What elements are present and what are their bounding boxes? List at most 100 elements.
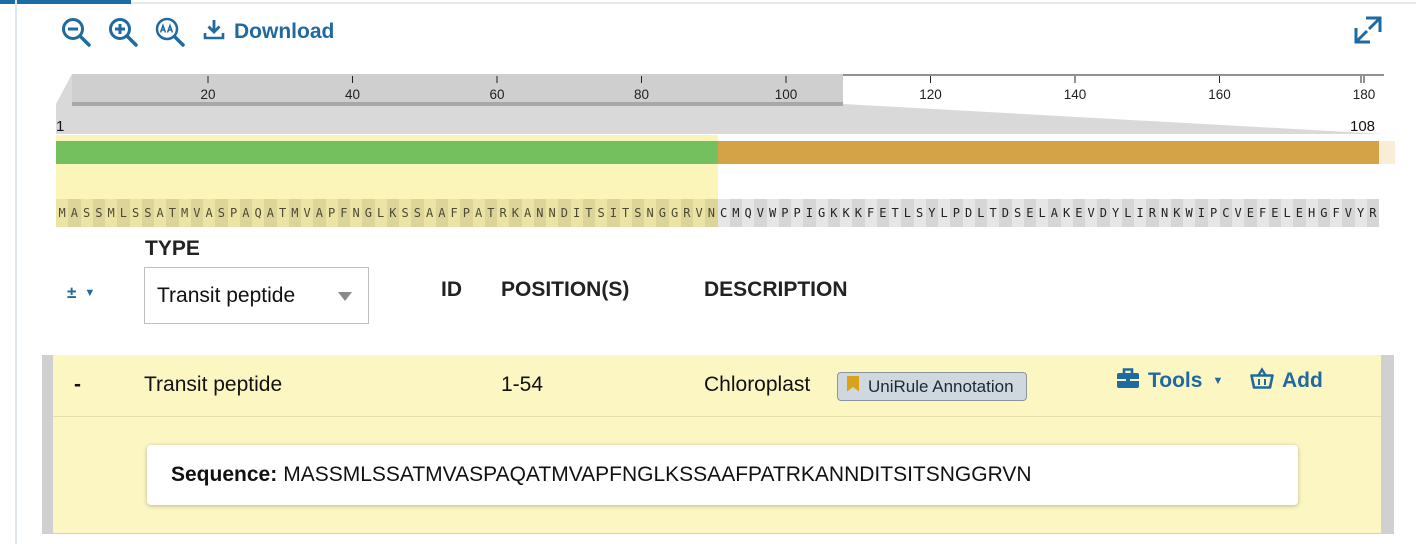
sequence-residue: S <box>92 199 105 227</box>
sequence-residue: K <box>852 199 865 227</box>
column-header-id[interactable]: ID <box>441 278 462 302</box>
sequence-residue: M <box>56 199 69 227</box>
add-to-basket-button[interactable]: Add <box>1250 367 1323 395</box>
sequence-residue: S <box>1011 199 1024 227</box>
sequence-residue: N <box>546 199 559 227</box>
fullscreen-icon[interactable] <box>1352 14 1384 46</box>
sequence-residue: F <box>337 199 350 227</box>
axis-tick-label: 80 <box>634 87 649 102</box>
sequence-residue: E <box>1072 199 1085 227</box>
chevron-down-icon: ▼ <box>84 287 96 299</box>
sequence-residue: N <box>533 199 546 227</box>
sequence-residue: P <box>778 199 791 227</box>
row-bottom-border <box>53 533 1381 534</box>
sequence-residue: A <box>68 199 81 227</box>
sequence-residue: A <box>423 199 436 227</box>
bookmark-icon <box>847 375 859 392</box>
sequence-residue: Y <box>1109 199 1122 227</box>
sequence-residue: G <box>362 199 375 227</box>
sequence-residue: A <box>472 199 485 227</box>
sequence-residue: P <box>950 199 963 227</box>
sequence-residue: T <box>166 199 179 227</box>
sequence-residue: P <box>460 199 473 227</box>
download-icon <box>202 17 226 47</box>
sequence-residue: G <box>656 199 669 227</box>
sequence-residue: D <box>558 199 571 227</box>
sequence-residue: V <box>693 199 706 227</box>
row-type: Transit peptide <box>144 373 283 396</box>
row-side-left <box>42 355 53 534</box>
sequence-residue: I <box>1134 199 1147 227</box>
sequence-residue: S <box>80 199 93 227</box>
sequence-residue: I <box>1195 199 1208 227</box>
sequence-residue: D <box>999 199 1012 227</box>
sequence-residue: V <box>1232 199 1245 227</box>
sequence-residue: D <box>1097 199 1110 227</box>
zoom-out-icon[interactable] <box>60 16 92 48</box>
zoom-reset-icon[interactable] <box>154 16 186 48</box>
sequence-residue: T <box>276 199 289 227</box>
column-header-description[interactable]: DESCRIPTION <box>704 278 848 302</box>
sequence-residue: K <box>827 199 840 227</box>
axis-tick-label: 120 <box>919 87 942 102</box>
type-heading: TYPE <box>145 237 200 260</box>
sequence-residue: S <box>215 199 228 227</box>
sequence-residue: G <box>1317 199 1330 227</box>
sequence-residue: G <box>815 199 828 227</box>
add-label: Add <box>1282 369 1323 392</box>
sequence-residue: L <box>974 199 987 227</box>
axis-tick-label: 60 <box>489 87 504 102</box>
sequence-residue: A <box>203 199 216 227</box>
sequence-residue: C <box>1219 199 1232 227</box>
sequence-residue: F <box>448 199 461 227</box>
sequence-residue: Q <box>742 199 755 227</box>
sequence-residue: D <box>962 199 975 227</box>
transit-peptide-track[interactable] <box>56 141 718 164</box>
sequence-residue: L <box>1281 199 1294 227</box>
expand-collapse-toggle[interactable]: ± ▼ <box>67 283 95 303</box>
sequence-residue: K <box>840 199 853 227</box>
sequence-residue: V <box>754 199 767 227</box>
type-filter-select[interactable]: Transit peptide <box>144 267 369 324</box>
sequence-residue: E <box>1293 199 1306 227</box>
column-header-positions[interactable]: POSITION(S) <box>501 278 629 302</box>
sequence-residue: P <box>791 199 804 227</box>
sequence-residue: I <box>570 199 583 227</box>
sequence-track: MASSMLSSATMVASPAQATMVAPFNGLKSSAAFPATRKAN… <box>56 199 1379 227</box>
zoom-in-icon[interactable] <box>107 16 139 48</box>
plusminus-label: ± <box>67 283 77 302</box>
sequence-residue: A <box>1048 199 1061 227</box>
row-side-right <box>1381 355 1394 534</box>
sequence-residue: F <box>864 199 877 227</box>
sequence-residue: Q <box>252 199 265 227</box>
caret-down-icon <box>338 292 352 301</box>
badge-label: UniRule Annotation <box>868 376 1014 396</box>
download-button[interactable]: Download <box>202 17 334 47</box>
sequence-residue: N <box>1158 199 1171 227</box>
sequence-residue: M <box>729 199 742 227</box>
basket-icon <box>1250 367 1274 395</box>
sequence-residue: T <box>484 199 497 227</box>
sequence-residue: L <box>374 199 387 227</box>
sequence-residue: S <box>141 199 154 227</box>
sequence-residue: V <box>190 199 203 227</box>
caret-down-icon: ▼ <box>1212 375 1224 387</box>
sequence-residue: P <box>1207 199 1220 227</box>
row-collapse-toggle[interactable]: - <box>74 373 81 397</box>
row-divider <box>53 416 1381 417</box>
sequence-residue: L <box>1121 199 1134 227</box>
axis-tick-label: 180 <box>1353 87 1376 102</box>
track-tail <box>1379 141 1395 164</box>
sequence-residue: G <box>668 199 681 227</box>
tools-dropdown-button[interactable]: Tools ▼ <box>1116 367 1223 395</box>
unirule-annotation-badge[interactable]: UniRule Annotation <box>837 372 1027 401</box>
chain-track[interactable] <box>718 141 1379 164</box>
sequence-residue: K <box>386 199 399 227</box>
sequence-residue: A <box>435 199 448 227</box>
axis-tick-label: 160 <box>1208 87 1231 102</box>
sequence-residue: K <box>1060 199 1073 227</box>
sequence-residue: P <box>227 199 240 227</box>
toolbox-icon <box>1116 367 1140 395</box>
navigation-ruler[interactable]: 20 40 60 80 100 120 140 160 180 <box>56 74 1384 140</box>
sequence-residue: Y <box>925 199 938 227</box>
